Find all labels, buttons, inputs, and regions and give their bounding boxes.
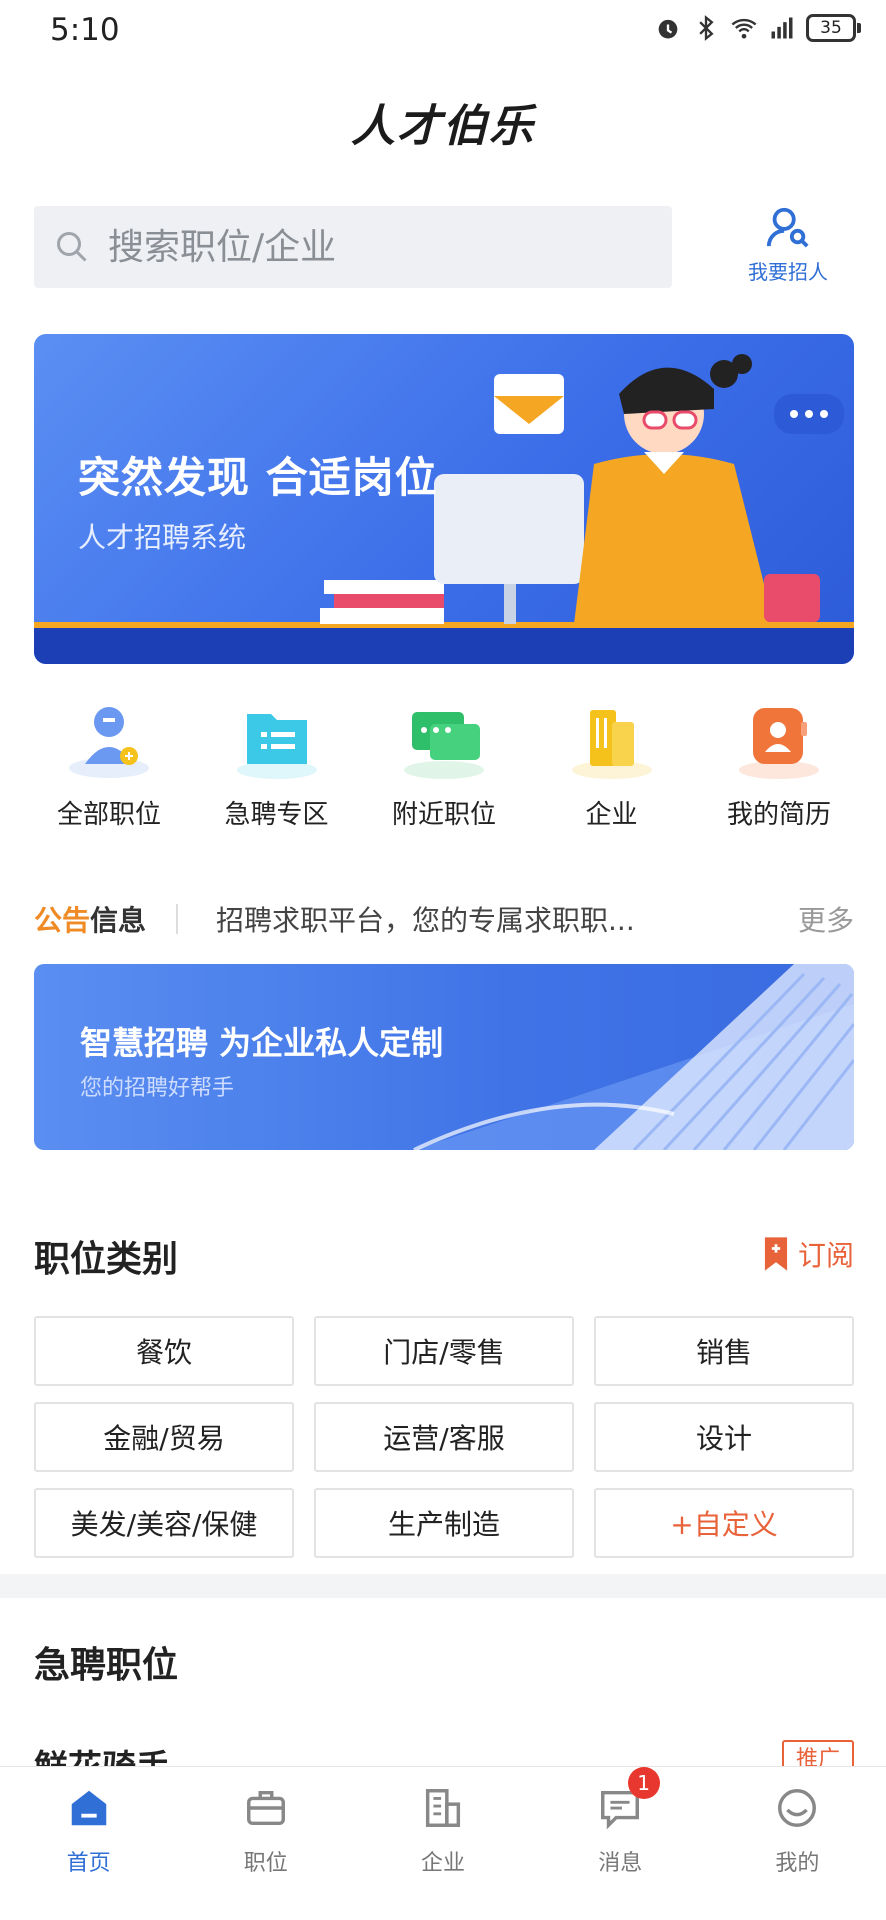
nav-jobs[interactable]: 职位: [177, 1767, 354, 1920]
status-icons: 35: [654, 14, 861, 42]
promo-banner[interactable]: 智慧招聘 为企业私人定制 您的招聘好帮手: [34, 964, 854, 1150]
category-item[interactable]: 餐饮: [34, 1316, 294, 1386]
resume-icon: [729, 700, 829, 780]
banner-title: 突然发现 合适岗位: [78, 453, 438, 502]
notice-tag: 公告信息: [34, 904, 147, 937]
search-input[interactable]: [108, 226, 628, 268]
nav-label: 职位: [243, 1851, 288, 1876]
subscribe-label: 订阅: [797, 1239, 854, 1272]
notice-divider: [176, 904, 179, 934]
quick-label: 附近职位: [391, 800, 496, 830]
building-icon: [425, 1789, 461, 1827]
notice-bar[interactable]: 公告信息 招聘求职平台，您的专属求职职... 更多: [34, 888, 854, 950]
custom-category-button[interactable]: +自定义: [594, 1488, 854, 1558]
status-time: 5:10: [50, 12, 120, 48]
recruit-button[interactable]: 我要招人: [738, 204, 838, 290]
nav-label: 我的: [775, 1851, 820, 1876]
quick-label: 企业: [585, 800, 638, 830]
nav-home[interactable]: 首页: [0, 1767, 177, 1920]
profile-icon: [778, 1789, 817, 1827]
category-item[interactable]: 设计: [594, 1402, 854, 1472]
quick-label: 我的简历: [726, 800, 831, 830]
hero-banner[interactable]: 突然发现 合适岗位 人才招聘系统: [34, 334, 854, 664]
quick-item-nearby[interactable]: 附近职位: [369, 700, 519, 830]
nav-label: 消息: [598, 1851, 643, 1876]
quick-item-all-jobs[interactable]: 全部职位: [34, 700, 184, 830]
home-icon: [71, 1790, 106, 1826]
bookmark-icon: [764, 1237, 788, 1271]
category-item[interactable]: 金融/贸易: [34, 1402, 294, 1472]
category-item[interactable]: 门店/零售: [314, 1316, 574, 1386]
category-grid: 餐饮 门店/零售 销售 金融/贸易 运营/客服 设计 美发/美容/保健 生产制造…: [34, 1316, 854, 1558]
nav-company[interactable]: 企业: [354, 1767, 531, 1920]
status-bar: 5:10 35: [0, 0, 886, 64]
category-item[interactable]: 生产制造: [314, 1488, 574, 1558]
folder-icon: [227, 700, 327, 780]
category-item[interactable]: 销售: [594, 1316, 854, 1386]
nav-label: 首页: [66, 1851, 111, 1876]
briefcase-icon: [246, 1790, 285, 1826]
quick-label: 全部职位: [56, 800, 161, 830]
quick-menu: 全部职位 急聘专区 附近职位 企业 我的简历: [34, 700, 854, 830]
promo-banner-subtitle: 您的招聘好帮手: [80, 1076, 235, 1101]
bluetooth-icon: [699, 15, 714, 41]
banner-subtitle: 人才招聘系统: [78, 521, 247, 554]
person-icon: [59, 700, 159, 780]
search-icon: [57, 232, 87, 262]
category-item[interactable]: 美发/美容/保健: [34, 1488, 294, 1558]
quick-label: 急聘专区: [224, 800, 329, 830]
quick-item-resume[interactable]: 我的简历: [704, 700, 854, 830]
section-divider: [0, 1574, 886, 1598]
battery-indicator: 35: [806, 14, 861, 42]
notice-more-link[interactable]: 更多: [798, 899, 854, 939]
promo-banner-title: 智慧招聘 为企业私人定制: [80, 1024, 444, 1062]
subscribe-button[interactable]: 订阅: [762, 1234, 854, 1274]
signal-icon: [771, 17, 793, 39]
urgent-section-title: 急聘职位: [34, 1645, 179, 1686]
nav-profile[interactable]: 我的: [709, 1767, 886, 1920]
nav-label: 企业: [421, 1851, 466, 1876]
recruit-label: 我要招人: [748, 260, 828, 284]
category-header: 职位类别 订阅: [34, 1230, 854, 1282]
wifi-icon: [731, 18, 757, 39]
quick-item-urgent[interactable]: 急聘专区: [202, 700, 352, 830]
alarm-icon: [658, 19, 678, 39]
category-item[interactable]: 运营/客服: [314, 1402, 574, 1472]
search-bar[interactable]: [34, 206, 672, 288]
quick-item-company[interactable]: 企业: [537, 700, 687, 830]
nav-messages[interactable]: 1 消息: [532, 1767, 709, 1920]
app-title: 人才伯乐: [351, 101, 535, 152]
message-badge: 1: [627, 1767, 660, 1799]
recruit-person-icon: [766, 207, 809, 248]
building-icon: [562, 700, 662, 780]
chat-icon: [394, 700, 494, 780]
notice-text[interactable]: 招聘求职平台，您的专属求职职...: [216, 899, 696, 939]
category-title: 职位类别: [34, 1239, 179, 1280]
bottom-nav: 首页 职位 企业 1 消息 我的: [0, 1766, 886, 1920]
